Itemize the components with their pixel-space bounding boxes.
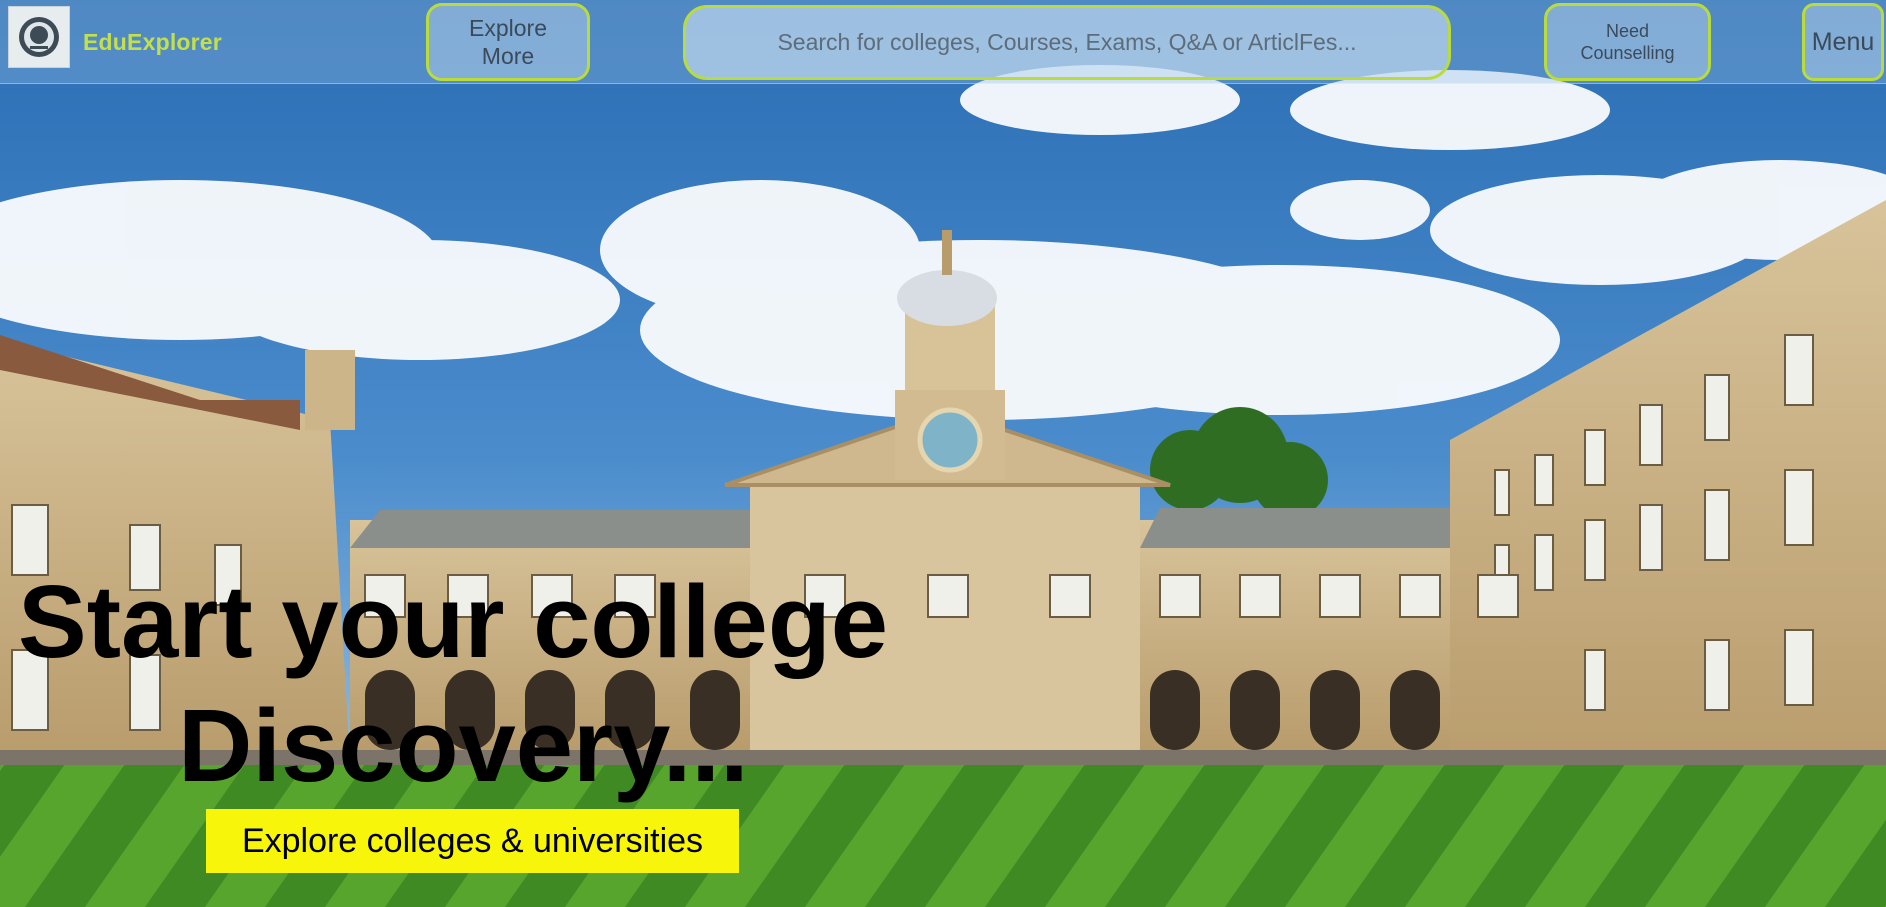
explore-more-label: Explore More	[469, 15, 547, 69]
need-counselling-label: Need Counselling	[1580, 21, 1675, 63]
menu-label: Menu	[1811, 27, 1875, 56]
hero-heading-line1: Start your college	[18, 564, 889, 679]
college-crest-icon	[19, 17, 59, 57]
brand-name[interactable]: EduExplorer	[83, 29, 222, 56]
top-navbar: EduExplorer Explore More Need Counsellin…	[0, 0, 1886, 84]
explore-colleges-button[interactable]: Explore colleges & universities	[206, 809, 739, 873]
search-input[interactable]	[686, 8, 1448, 77]
menu-button[interactable]: Menu	[1802, 3, 1884, 81]
logo[interactable]	[8, 6, 70, 68]
hero-heading-line2: Discovery...	[178, 688, 749, 803]
search-bar[interactable]	[683, 5, 1451, 80]
need-counselling-button[interactable]: Need Counselling	[1544, 3, 1711, 81]
explore-more-button[interactable]: Explore More	[426, 3, 590, 81]
hero-heading: Start your college Discovery...	[18, 560, 1018, 808]
